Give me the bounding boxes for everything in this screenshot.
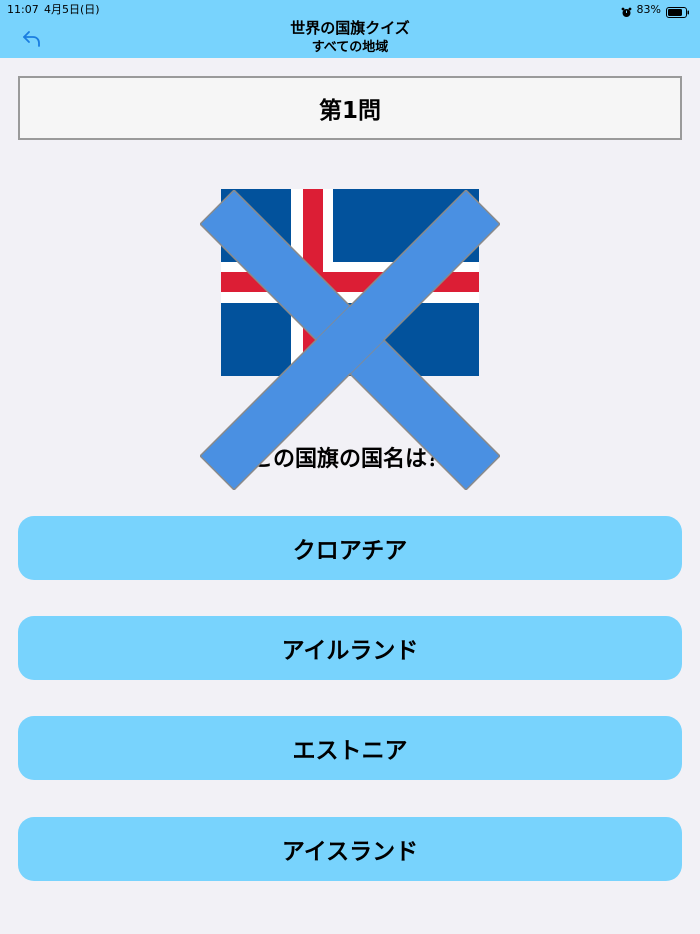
answer-label: アイルランド — [281, 638, 419, 664]
alarm-icon — [621, 5, 632, 17]
nav-title: 世界の国旗クイズ — [290, 19, 410, 37]
question-number-box: 第1問 — [18, 76, 682, 140]
answer-button-3[interactable]: エストニア — [18, 716, 682, 780]
answer-label: クロアチア — [292, 538, 408, 564]
answer-label: アイスランド — [281, 839, 419, 865]
status-right: 83% — [621, 0, 690, 20]
nav-subtitle: すべての地域 — [311, 40, 389, 55]
battery-icon — [666, 5, 690, 18]
answer-button-1[interactable]: クロアチア — [18, 516, 682, 580]
battery-percent: 83% — [636, 3, 661, 16]
status-bar: 11:07 4月5日(日) 83% — [0, 0, 700, 20]
question-number: 第1問 — [318, 98, 381, 124]
status-date: 4月5日(日) — [44, 3, 100, 16]
answer-label: エストニア — [292, 738, 408, 764]
navigation-bar: 世界の国旗クイズ すべての地域 — [0, 19, 700, 58]
answer-button-4[interactable]: アイスランド — [18, 817, 682, 881]
answer-button-2[interactable]: アイルランド — [18, 616, 682, 680]
wrong-x-mark-icon — [200, 190, 500, 490]
status-time: 11:07 — [7, 3, 39, 16]
